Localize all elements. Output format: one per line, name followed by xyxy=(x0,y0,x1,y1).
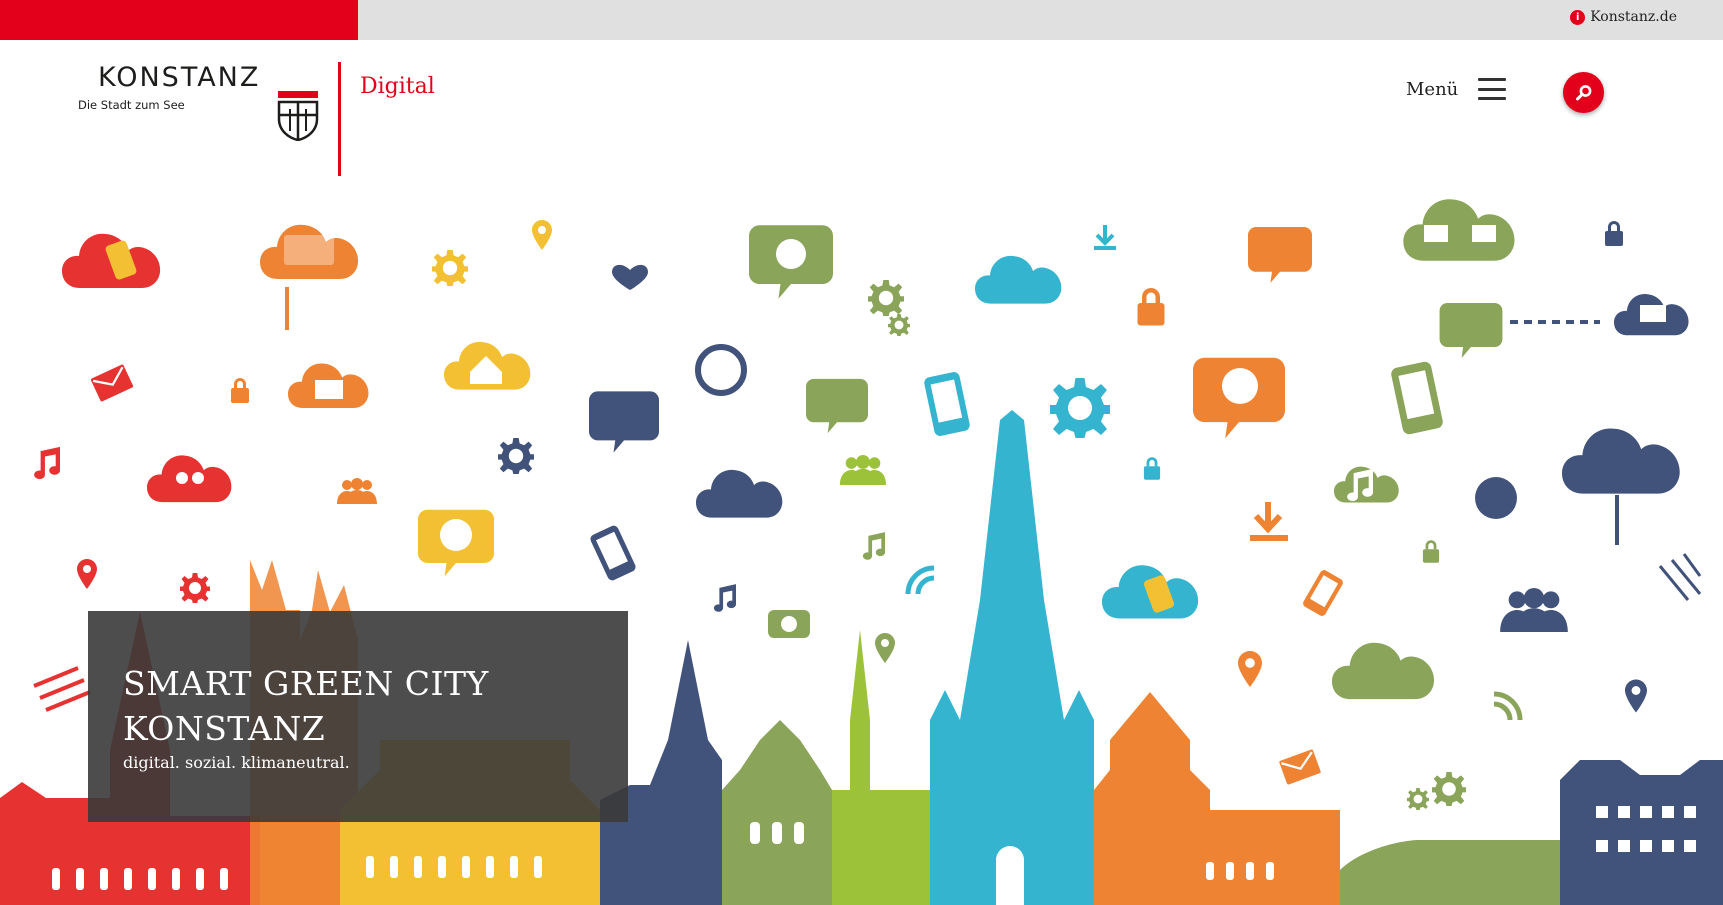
hero-title: SMART GREEN CITY KONSTANZ xyxy=(123,661,594,751)
search-icon xyxy=(1575,84,1591,100)
konstanz-de-link[interactable]: i Konstanz.de xyxy=(1570,6,1677,28)
hamburger-icon xyxy=(1478,78,1507,100)
info-icon: i xyxy=(1570,9,1586,25)
coat-of-arms-icon xyxy=(277,91,319,141)
search-button[interactable] xyxy=(1563,72,1604,113)
menu-label: Menü xyxy=(1406,78,1459,100)
logo-tagline: Die Stadt zum See xyxy=(78,98,185,112)
topbar-red-accent xyxy=(0,0,358,40)
site-header: KONSTANZ Die Stadt zum See Digital Menü xyxy=(0,40,1723,180)
logo-wordmark: KONSTANZ xyxy=(98,62,261,93)
top-utility-bar: i Konstanz.de xyxy=(0,0,1723,40)
konstanz-logo[interactable]: KONSTANZ Die Stadt zum See xyxy=(76,62,336,182)
hero-subtitle: digital. sozial. klimaneutral. xyxy=(123,753,350,772)
hero-title-line-1: SMART GREEN CITY xyxy=(123,664,489,703)
menu-button[interactable]: Menü xyxy=(1406,78,1507,100)
hero-title-line-2: KONSTANZ xyxy=(123,709,326,748)
site-name[interactable]: Digital xyxy=(360,74,435,99)
konstanz-de-link-label: Konstanz.de xyxy=(1590,9,1677,25)
header-divider xyxy=(338,62,341,176)
hero-teaser-box: SMART GREEN CITY KONSTANZ digital. sozia… xyxy=(88,611,628,822)
